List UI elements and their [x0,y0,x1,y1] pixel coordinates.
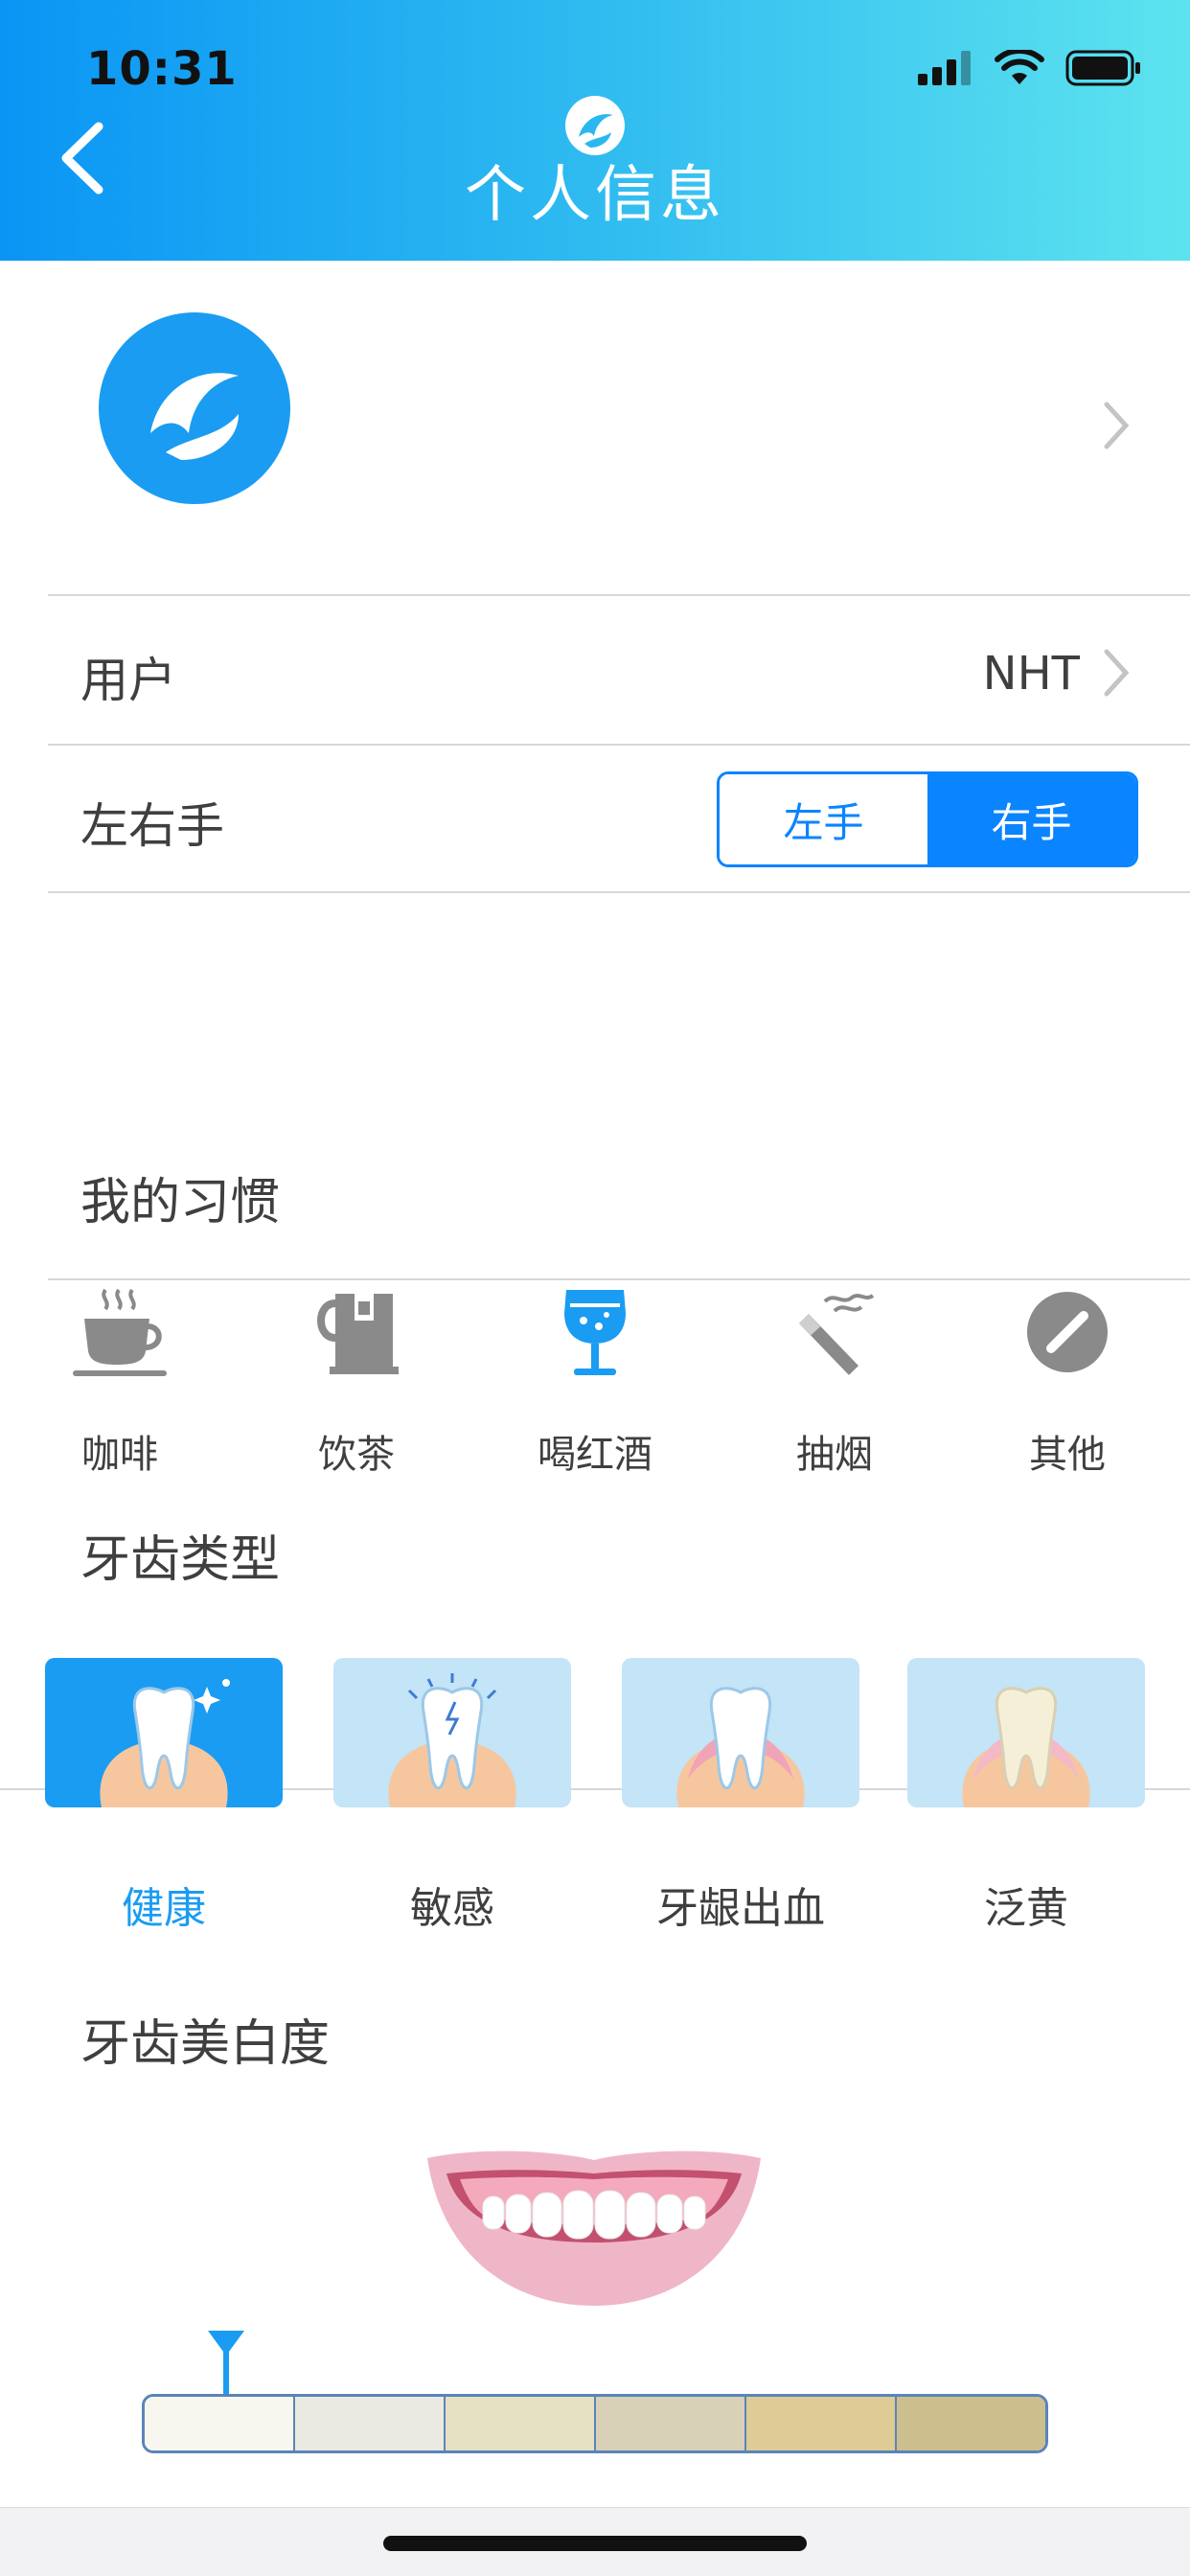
user-value[interactable]: NHT [983,647,1080,701]
shade-swatch[interactable] [596,2397,746,2450]
other-icon [1027,1292,1108,1372]
tooth-type-healthy[interactable] [45,1658,283,1807]
yellow-tooth-icon [962,1687,1090,1807]
tooth-type-bleeding-gums[interactable] [622,1658,859,1807]
whiteness-section-title: 牙齿美白度 [80,2015,331,2073]
chevron-right-icon[interactable] [1102,401,1131,450]
teeth-type-section-title: 牙齿类型 [80,1531,281,1589]
tooth-type-label: 敏感 [410,1884,494,1933]
habit-label: 其他 [1029,1433,1106,1477]
healthy-tooth-icon [100,1679,230,1807]
page-title: 个人信息 [465,160,725,231]
divider [48,744,1190,746]
tooth-type-yellowing[interactable] [907,1658,1145,1807]
smile-illustration [427,2150,761,2306]
handedness-segmented-control[interactable]: 左手 右手 [717,771,1138,867]
tooth-type-sensitive[interactable] [333,1658,571,1807]
whiteness-shade-scale[interactable] [142,2394,1048,2453]
tooth-type-label: 健康 [122,1884,206,1933]
handedness-label: 左右手 [80,798,224,854]
shade-swatch[interactable] [746,2397,897,2450]
wifi-icon [995,50,1044,84]
habit-label: 抽烟 [796,1433,873,1477]
shade-swatch[interactable] [295,2397,446,2450]
segment-right-hand[interactable]: 右手 [927,774,1135,864]
habit-label: 饮茶 [318,1433,395,1477]
user-label: 用户 [80,653,176,708]
segment-left-hand[interactable]: 左手 [720,774,927,864]
avatar[interactable] [99,312,290,504]
divider [48,891,1190,893]
habit-coffee[interactable]: 咖啡 [24,1279,216,1479]
habit-other[interactable]: 其他 [972,1279,1163,1479]
shade-slider-marker-icon[interactable] [206,2329,246,2396]
sensitive-tooth-icon [388,1673,516,1807]
divider [48,594,1190,596]
coffee-cup-icon [73,1288,167,1376]
cellular-signal-icon [918,51,971,85]
wine-glass-icon [564,1290,626,1375]
habit-label: 喝红酒 [538,1433,652,1477]
shade-swatch[interactable] [145,2397,295,2450]
shade-swatch[interactable] [446,2397,596,2450]
home-indicator[interactable] [383,2536,807,2551]
bleeding-gum-tooth-icon [676,1687,805,1807]
chevron-right-icon[interactable] [1102,648,1131,698]
tooth-type-label: 泛黄 [984,1884,1068,1933]
habits-section-title: 我的习惯 [80,1174,281,1231]
habit-tea[interactable]: 饮茶 [261,1279,452,1479]
brand-logo-icon [150,373,239,460]
battery-icon [1065,50,1140,86]
status-icons [918,50,1142,86]
shade-swatch[interactable] [897,2397,1045,2450]
tooth-type-label: 牙龈出血 [656,1884,825,1933]
cigarette-icon [798,1294,875,1375]
nav-header: 10:31 个人信息 [0,0,1190,261]
status-time: 10:31 [86,42,238,96]
habit-smoking[interactable]: 抽烟 [739,1279,930,1479]
tea-cup-icon [317,1292,399,1374]
habit-label: 咖啡 [81,1433,158,1477]
habit-red-wine[interactable]: 喝红酒 [499,1279,691,1479]
